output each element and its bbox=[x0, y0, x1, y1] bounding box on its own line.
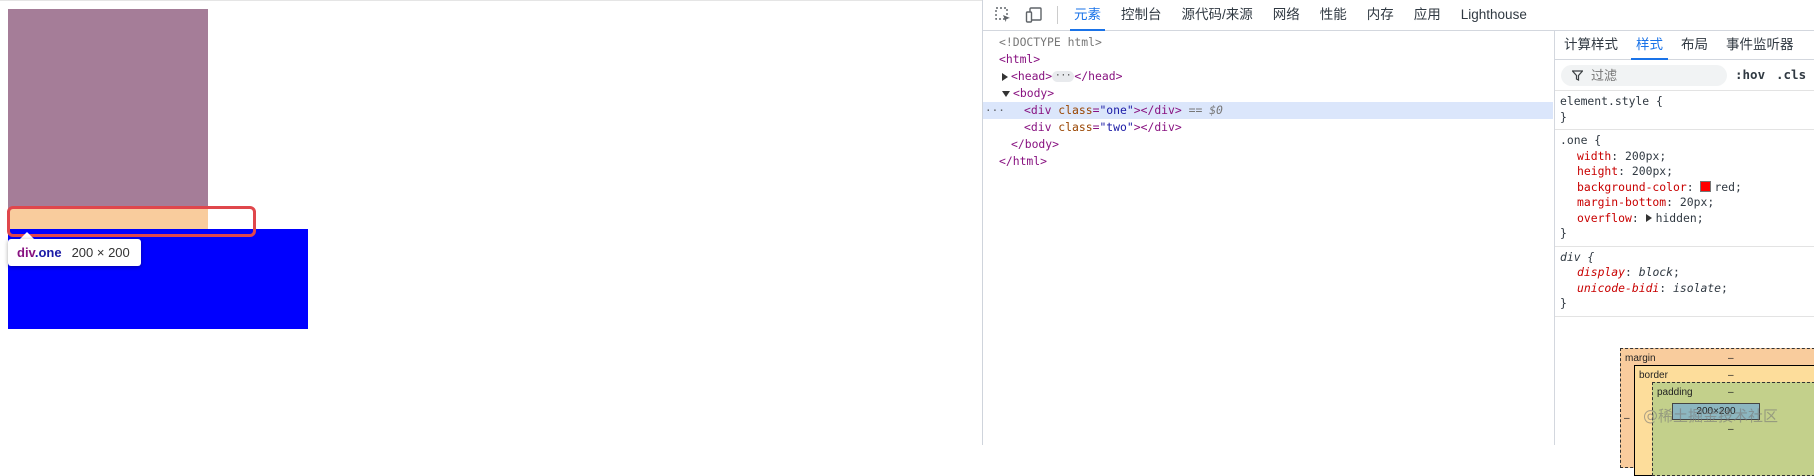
element-inspect-tooltip: div.one 200 × 200 bbox=[8, 239, 141, 266]
dom-div-two[interactable]: <div class="two"></div> bbox=[983, 119, 1553, 136]
decl-width[interactable]: width: 200px; bbox=[1560, 149, 1814, 165]
hov-toggle[interactable]: :hov bbox=[1735, 67, 1765, 82]
padding-label: padding bbox=[1657, 387, 1693, 398]
tab-performance[interactable]: 性能 bbox=[1310, 0, 1357, 30]
filter-box bbox=[1561, 65, 1727, 86]
margin-left-value[interactable]: – bbox=[1624, 413, 1630, 424]
tab-elements[interactable]: 元素 bbox=[1064, 0, 1111, 31]
devtools-panel: 元素 控制台 源代码/来源 网络 性能 内存 应用 Lighthouse <!D… bbox=[982, 0, 1814, 476]
rule-element-style: element.style { } bbox=[1555, 91, 1814, 130]
dom-body-close[interactable]: </body> bbox=[983, 136, 1553, 153]
rule-div-selector[interactable]: div { bbox=[1560, 250, 1814, 266]
color-swatch-icon[interactable] bbox=[1700, 180, 1712, 192]
tab-layout[interactable]: 布局 bbox=[1672, 31, 1717, 59]
style-rules: element.style { } .one { width: 200px; h… bbox=[1555, 91, 1814, 317]
tooltip-class: .one bbox=[34, 245, 62, 260]
rule-close-brace: } bbox=[1560, 226, 1567, 240]
tab-console[interactable]: 控制台 bbox=[1111, 0, 1172, 30]
dom-div-one[interactable]: ··· <div class="one"></div> == $0 bbox=[983, 102, 1553, 119]
styles-pane: 计算样式 样式 布局 事件监听器 :hov .cls element.style… bbox=[1554, 31, 1814, 476]
decl-margin-bottom[interactable]: margin-bottom: 20px; bbox=[1560, 195, 1814, 211]
dom-html-open[interactable]: <html> bbox=[983, 51, 1553, 68]
decl-display[interactable]: display: block; bbox=[1560, 265, 1814, 281]
toolbar-divider bbox=[1057, 6, 1058, 24]
rule-close-brace: } bbox=[1560, 109, 1567, 124]
margin-label: margin bbox=[1625, 353, 1656, 364]
tab-computed[interactable]: 计算样式 bbox=[1555, 31, 1627, 59]
inspect-element-icon[interactable] bbox=[992, 4, 1014, 26]
cls-toggle[interactable]: .cls bbox=[1776, 67, 1806, 82]
filter-icon bbox=[1572, 70, 1583, 81]
padding-top-value[interactable]: – bbox=[1728, 387, 1734, 398]
watermark: @稀土掘金技术社区 bbox=[1643, 407, 1779, 425]
dom-tree: <!DOCTYPE html> <html> <head> ··· </head> … bbox=[983, 31, 1553, 445]
rule-div-user-agent: div { display: block; unicode-bidi: isol… bbox=[1555, 247, 1814, 317]
annotation-highlight-rect bbox=[7, 206, 256, 237]
tab-styles[interactable]: 样式 bbox=[1627, 31, 1672, 60]
element-style-selector[interactable]: element.style { bbox=[1560, 94, 1814, 110]
decl-unicode-bidi[interactable]: unicode-bidi: isolate; bbox=[1560, 281, 1814, 297]
dom-html-close[interactable]: </html> bbox=[983, 153, 1553, 170]
rule-close-brace: } bbox=[1560, 296, 1567, 310]
tooltip-size: 200 × 200 bbox=[71, 245, 130, 260]
devtools-tabbar: 元素 控制台 源代码/来源 网络 性能 内存 应用 Lighthouse bbox=[983, 0, 1814, 31]
tab-lighthouse[interactable]: Lighthouse bbox=[1451, 0, 1537, 30]
tab-application[interactable]: 应用 bbox=[1404, 0, 1451, 30]
dom-doctype[interactable]: <!DOCTYPE html> bbox=[983, 34, 1553, 51]
tab-memory[interactable]: 内存 bbox=[1357, 0, 1404, 30]
border-label: border bbox=[1639, 370, 1668, 381]
collapse-triangle-icon[interactable] bbox=[1002, 90, 1010, 97]
decl-background-color[interactable]: background-color: red; bbox=[1560, 180, 1814, 196]
tooltip-arrow bbox=[20, 232, 34, 239]
tab-network[interactable]: 网络 bbox=[1263, 0, 1310, 30]
tooltip-tag: div bbox=[17, 245, 35, 260]
styles-subtabs: 计算样式 样式 布局 事件监听器 bbox=[1555, 31, 1814, 60]
dom-head-node[interactable]: <head> ··· </head> bbox=[983, 68, 1553, 85]
styles-filter-input[interactable] bbox=[1591, 67, 1721, 84]
div-one-box[interactable] bbox=[8, 9, 208, 209]
collapsed-ellipsis[interactable]: ··· bbox=[1052, 71, 1075, 82]
node-actions-dots[interactable]: ··· bbox=[985, 102, 1005, 119]
border-top-value[interactable]: – bbox=[1728, 370, 1734, 381]
page-viewport: div.one 200 × 200 bbox=[0, 0, 982, 445]
expand-shorthand-icon[interactable] bbox=[1645, 213, 1652, 222]
styles-filter-row: :hov .cls bbox=[1555, 60, 1814, 91]
decl-overflow[interactable]: overflow: hidden; bbox=[1560, 211, 1814, 227]
device-toolbar-icon[interactable] bbox=[1023, 4, 1045, 26]
tab-event-listeners[interactable]: 事件监听器 bbox=[1717, 31, 1803, 59]
rule-one-selector[interactable]: .one { bbox=[1560, 133, 1814, 149]
rule-one: .one { width: 200px; height: 200px; back… bbox=[1555, 130, 1814, 247]
expand-triangle-icon[interactable] bbox=[1002, 72, 1008, 81]
dom-body-open[interactable]: <body> bbox=[983, 85, 1553, 102]
tab-sources[interactable]: 源代码/来源 bbox=[1172, 0, 1263, 30]
margin-top-value[interactable]: – bbox=[1728, 353, 1734, 364]
decl-height[interactable]: height: 200px; bbox=[1560, 164, 1814, 180]
selected-node-marker: == $0 bbox=[1188, 103, 1223, 117]
